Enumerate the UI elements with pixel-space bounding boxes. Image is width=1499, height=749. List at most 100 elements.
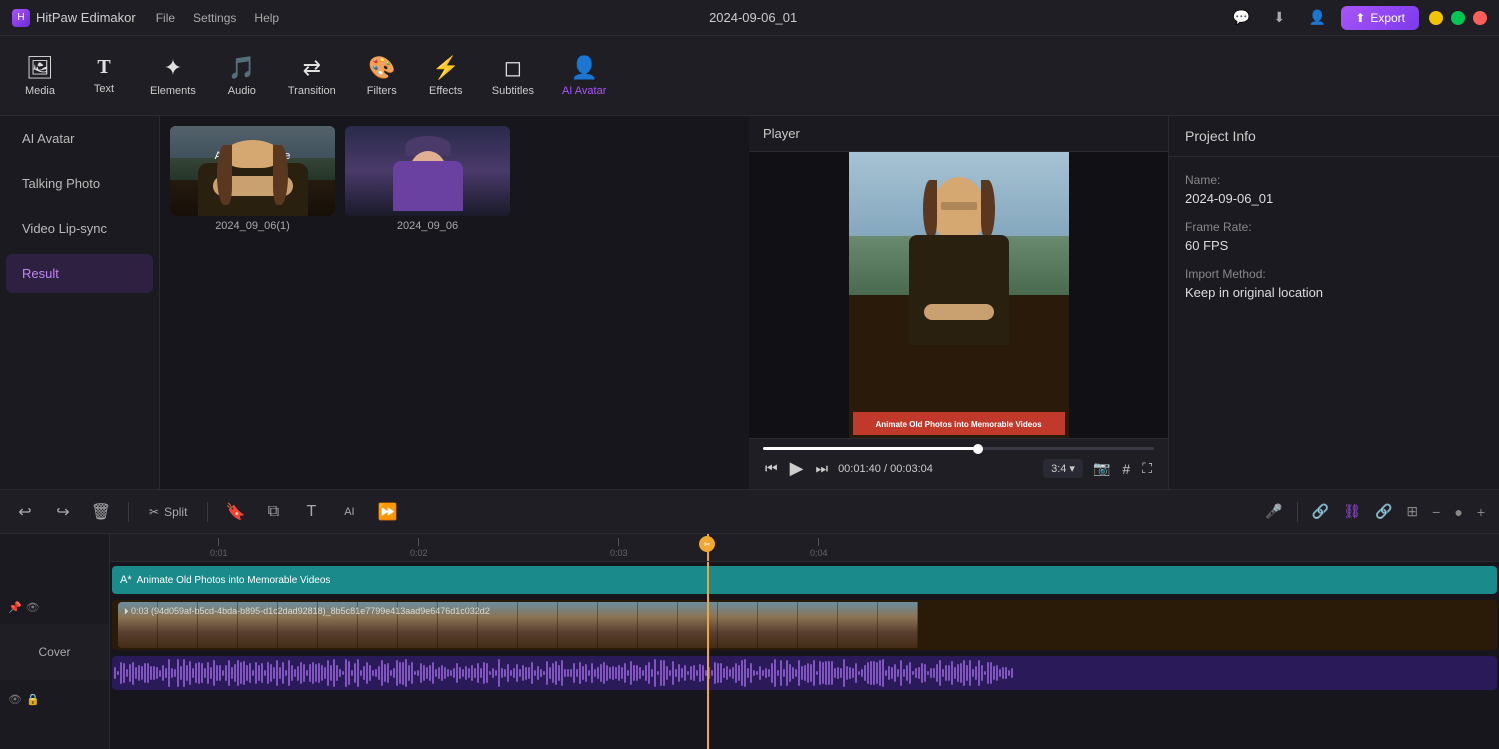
toolbar-text[interactable]: T Text [74, 48, 134, 103]
waveform-bar [795, 669, 797, 678]
nav-talking-photo[interactable]: Talking Photo [6, 164, 153, 203]
track-pin-icon[interactable]: 📌 [8, 601, 22, 614]
waveform-bar [936, 664, 938, 681]
zoom-out-button[interactable]: − [1428, 500, 1444, 524]
thumb-16 [718, 602, 758, 648]
chain-button[interactable]: 🔗 [1371, 499, 1396, 524]
link-mode-button[interactable]: 🔗 [1308, 499, 1333, 524]
waveform-bar [939, 660, 941, 686]
waveform-bar [726, 666, 728, 681]
waveform-bar [867, 662, 869, 685]
nav-video-lipsync[interactable]: Video Lip-sync [6, 209, 153, 248]
duplicate-button[interactable]: ⧉ [258, 497, 288, 527]
ai-button[interactable]: AI [334, 497, 364, 527]
toolbar-media[interactable]: 🖼 Media [10, 47, 70, 105]
waveform-bar [573, 663, 575, 684]
waveform-bar [231, 667, 233, 680]
zoom-in-button[interactable]: + [1473, 500, 1489, 524]
playhead-handle[interactable]: ✂ [699, 536, 715, 552]
import-method-label: Import Method: [1185, 267, 1483, 281]
waveform-bar [687, 671, 689, 675]
waveform-bar [594, 669, 596, 678]
waveform-bar [291, 665, 293, 680]
waveform-bar [306, 670, 308, 676]
track-eye-icon[interactable]: 👁 [26, 601, 40, 614]
progress-bar[interactable] [763, 447, 1154, 450]
export-button[interactable]: ⬆ Export [1341, 6, 1419, 30]
waveform-bar [399, 662, 401, 684]
waveform-bar [819, 661, 821, 686]
grid-button[interactable]: # [1120, 459, 1132, 479]
waveform-bar [651, 669, 653, 676]
unlink-mode-button[interactable]: ⛓ [1339, 499, 1365, 524]
fullscreen-button[interactable]: ⛶ [1140, 458, 1154, 479]
progress-fill [763, 447, 978, 450]
bookmark-button[interactable]: 🔖 [220, 497, 250, 527]
waveform-bar [351, 670, 353, 675]
text-track[interactable]: A* Animate Old Photos into Memorable Vid… [110, 566, 1499, 596]
toolbar-elements[interactable]: ✦ Elements [138, 47, 208, 105]
waveform-bar [444, 667, 446, 679]
chat-icon[interactable]: 💬 [1227, 4, 1255, 32]
waveform-bar [597, 667, 599, 679]
delete-button[interactable]: 🗑 [86, 497, 116, 527]
waveform-bar [162, 665, 164, 681]
toolbar-ai-avatar[interactable]: 👤 AI Avatar [550, 47, 618, 105]
waveform-bar [252, 670, 254, 675]
zoom-dot-button[interactable]: ● [1450, 500, 1466, 524]
maximize-button[interactable]: □ [1451, 11, 1465, 25]
toolbar-effects[interactable]: ⚡ Effects [416, 47, 476, 105]
mic-button[interactable]: 🎤 [1261, 499, 1286, 524]
undo-button[interactable]: ↩ [10, 497, 40, 527]
menu-settings[interactable]: Settings [193, 11, 236, 25]
audio-mute-icon[interactable]: 🔒 [26, 693, 40, 706]
thumb-19 [838, 602, 878, 648]
waveform-bar [933, 668, 935, 677]
waveform-bar [213, 660, 215, 686]
playhead-line[interactable] [707, 562, 709, 749]
nav-ai-avatar[interactable]: AI Avatar [6, 119, 153, 158]
timeline-ruler[interactable]: 0:01 0:02 0:03 0:04 ✂ [110, 534, 1499, 562]
media-item-1[interactable]: Add to Timeline + 2024_09_06(1) [170, 126, 335, 232]
waveform-bar [789, 664, 791, 682]
audio-eye-icon[interactable]: 👁 [8, 693, 22, 706]
waveform-bar [219, 665, 221, 680]
user-icon[interactable]: 👤 [1303, 4, 1331, 32]
skip-back-button[interactable]: ⏮ [763, 458, 780, 479]
waveform-bar [759, 666, 761, 681]
menu-help[interactable]: Help [254, 11, 279, 25]
redo-button[interactable]: ↪ [48, 497, 78, 527]
waveform-bar [426, 667, 428, 679]
ratio-button[interactable]: 3:4 ▾ [1043, 459, 1083, 478]
waveform-bar [945, 665, 947, 682]
play-button[interactable]: ▶ [788, 456, 806, 481]
ruler-mark-3: 0:03 [610, 534, 628, 558]
menu-file[interactable]: File [156, 11, 175, 25]
video-track[interactable]: ⏵ 0:03 (94d059af-b5cd-4bda-b895-d1c2dad9… [110, 600, 1499, 652]
minimize-button[interactable]: − [1429, 11, 1443, 25]
waveform-bar [153, 666, 155, 680]
waveform-bar [198, 662, 200, 685]
close-button[interactable]: × [1473, 11, 1487, 25]
split-button[interactable]: ✂ Split [141, 501, 195, 523]
download-icon[interactable]: ⬇ [1265, 4, 1293, 32]
waveform-bar [504, 669, 506, 677]
nav-result[interactable]: Result [6, 254, 153, 293]
media-item-2[interactable]: 2024_09_06 [345, 126, 510, 232]
text-track-button[interactable]: T [296, 497, 326, 527]
screenshot-button[interactable]: 📷 [1091, 458, 1112, 479]
speed-button[interactable]: ⏩ [372, 497, 402, 527]
audio-icon: 🎵 [228, 55, 255, 81]
toolbar-filters[interactable]: 🎨 Filters [352, 47, 412, 105]
timeline-tracks: 0:01 0:02 0:03 0:04 ✂ [110, 534, 1499, 749]
toolbar-transition[interactable]: ⇄ Transition [276, 47, 348, 105]
waveform-bar [921, 663, 923, 683]
toolbar-subtitles[interactable]: ◻ Subtitles [480, 47, 546, 105]
audio-track[interactable] [110, 656, 1499, 692]
waveform-bar [870, 661, 872, 685]
fit-button[interactable]: ⊞ [1402, 499, 1422, 524]
skip-forward-button[interactable]: ⏭ [813, 458, 830, 479]
waveform-bar [822, 662, 824, 683]
waveform-bar [117, 671, 119, 675]
toolbar-audio[interactable]: 🎵 Audio [212, 47, 272, 105]
